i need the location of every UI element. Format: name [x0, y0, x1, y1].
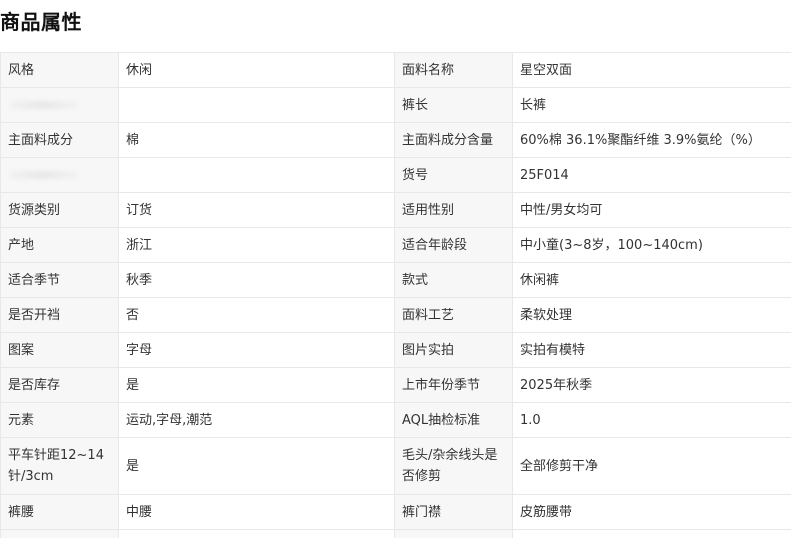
attribute-value: 是: [119, 368, 395, 403]
attribute-row: 是否开裆 否 面料工艺 柔软处理: [1, 298, 791, 333]
attribute-value: 星空双面: [513, 53, 791, 88]
attribute-label-cell: [395, 530, 513, 538]
redacted-attribute-label: [1, 88, 119, 123]
attribute-value: 否: [119, 298, 395, 333]
redaction-blur: [8, 171, 78, 179]
attribute-row: 平车针距12~14针/3cm 是 毛头/杂余线头是否修剪 全部修剪干净: [1, 438, 791, 495]
attribute-value: 全部修剪干净: [513, 438, 791, 495]
attribute-label: 是否库存: [1, 368, 119, 403]
attribute-value: [119, 88, 395, 123]
attribute-value-cell: [119, 530, 395, 538]
attribute-label: 上市年份季节: [395, 368, 513, 403]
attribute-value: 柔软处理: [513, 298, 791, 333]
attribute-value: 是: [119, 438, 395, 495]
attribute-label: 图片实拍: [395, 333, 513, 368]
attribute-value: 订货: [119, 193, 395, 228]
redacted-attribute-label: [1, 158, 119, 193]
attribute-label: 裤长: [395, 88, 513, 123]
attribute-label: 适合年龄段: [395, 228, 513, 263]
attribute-row: 产地 浙江 适合年龄段 中小童(3~8岁，100~140cm): [1, 228, 791, 263]
attribute-value: 休闲: [119, 53, 395, 88]
attribute-label: 产地: [1, 228, 119, 263]
attribute-value: 中性/男女均可: [513, 193, 791, 228]
attribute-value: 2025年秋季: [513, 368, 791, 403]
attribute-label: 主面料成分: [1, 123, 119, 158]
attribute-row: 元素 运动,字母,潮范 AQL抽检标准 1.0: [1, 403, 791, 438]
attribute-label: 毛头/杂余线头是否修剪: [395, 438, 513, 495]
product-attributes-table: 风格 休闲 面料名称 星空双面 裤长 长裤 主面料成分 棉 主面料成分含量 60…: [0, 52, 791, 538]
attribute-row: 是否库存 是 上市年份季节 2025年秋季: [1, 368, 791, 403]
attribute-label: 适合季节: [1, 263, 119, 298]
attribute-row: 适合季节 秋季 款式 休闲裤: [1, 263, 791, 298]
attribute-value: 休闲裤: [513, 263, 791, 298]
attribute-value: 长裤: [513, 88, 791, 123]
attribute-row: 图案 字母 图片实拍 实拍有模特: [1, 333, 791, 368]
attribute-value: 字母: [119, 333, 395, 368]
attribute-label: 裤门襟: [395, 495, 513, 530]
attribute-row: 裤腰 中腰 裤门襟 皮筋腰带: [1, 495, 791, 530]
attribute-label: 是否开裆: [1, 298, 119, 333]
attribute-value: 60%棉 36.1%聚酯纤维 3.9%氨纶（%）: [513, 123, 791, 158]
attribute-value-cell: [513, 530, 791, 538]
attribute-value: 运动,字母,潮范: [119, 403, 395, 438]
attribute-value: 棉: [119, 123, 395, 158]
attribute-label: 图案: [1, 333, 119, 368]
redaction-blur: [8, 101, 78, 109]
attribute-label-cell: [1, 530, 119, 538]
attribute-label: AQL抽检标准: [395, 403, 513, 438]
attribute-value: 1.0: [513, 403, 791, 438]
section-title: 商品属性: [0, 6, 82, 35]
attribute-row: 货号 25F014: [1, 158, 791, 193]
attribute-label: 货号: [395, 158, 513, 193]
attribute-label: 适用性别: [395, 193, 513, 228]
attribute-row: 风格 休闲 面料名称 星空双面: [1, 53, 791, 88]
attribute-value: 中小童(3~8岁，100~140cm): [513, 228, 791, 263]
attribute-label: 款式: [395, 263, 513, 298]
attribute-value: 皮筋腰带: [513, 495, 791, 530]
attribute-row: 主面料成分 棉 主面料成分含量 60%棉 36.1%聚酯纤维 3.9%氨纶（%）: [1, 123, 791, 158]
attribute-row: 货源类别 订货 适用性别 中性/男女均可: [1, 193, 791, 228]
attribute-label: 裤腰: [1, 495, 119, 530]
attribute-value: 浙江: [119, 228, 395, 263]
attribute-row-partial: [1, 530, 791, 538]
attribute-label: 面料名称: [395, 53, 513, 88]
attribute-label: 平车针距12~14针/3cm: [1, 438, 119, 495]
attribute-value: 中腰: [119, 495, 395, 530]
attribute-value: 25F014: [513, 158, 791, 193]
attribute-value: 实拍有模特: [513, 333, 791, 368]
attribute-label: 货源类别: [1, 193, 119, 228]
attribute-value: [119, 158, 395, 193]
attribute-value: 秋季: [119, 263, 395, 298]
attribute-label: 元素: [1, 403, 119, 438]
attribute-label: 风格: [1, 53, 119, 88]
attribute-label: 面料工艺: [395, 298, 513, 333]
attribute-row: 裤长 长裤: [1, 88, 791, 123]
attribute-label: 主面料成分含量: [395, 123, 513, 158]
